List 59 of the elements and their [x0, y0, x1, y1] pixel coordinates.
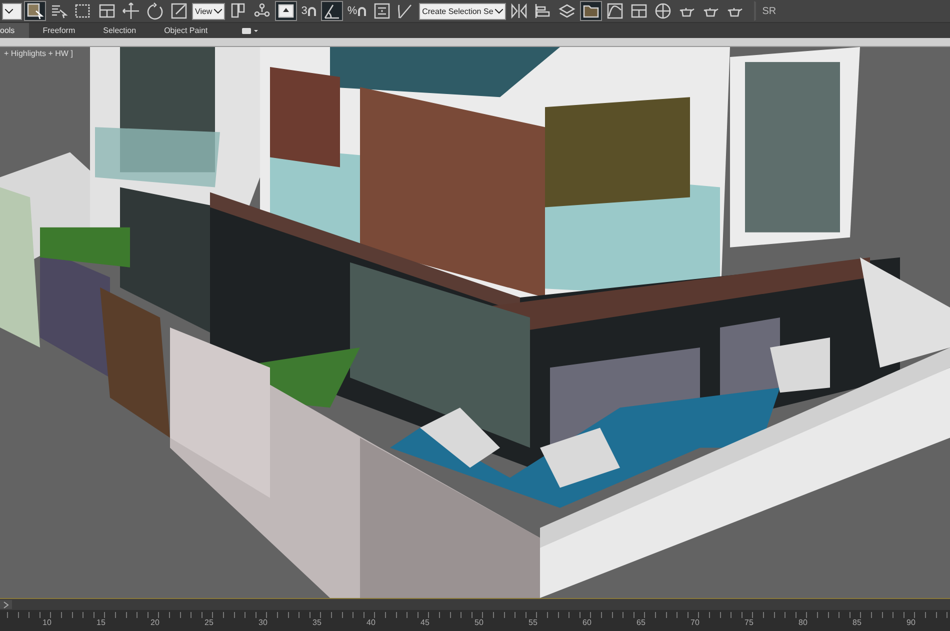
- time-slider[interactable]: [0, 598, 950, 610]
- frame-number: 60: [582, 618, 592, 629]
- frame-number: 65: [636, 618, 646, 629]
- move-icon: [122, 2, 140, 20]
- move-tool-button[interactable]: [120, 1, 142, 21]
- frame-number: 40: [366, 618, 376, 629]
- dropdown-field[interactable]: [2, 2, 22, 20]
- caret-icon: [495, 8, 504, 14]
- frame-number: 70: [690, 618, 700, 629]
- caret-icon: [214, 8, 222, 14]
- magnet-icon: [357, 6, 368, 16]
- ribbon-tab[interactable]: Selection: [89, 23, 150, 38]
- ribbon-tab[interactable]: ools: [0, 23, 29, 38]
- window-icon: [630, 2, 648, 20]
- scale-icon: [170, 2, 188, 20]
- window-icon: [98, 2, 116, 20]
- magnet-icon: [307, 6, 318, 16]
- angle-icon: [323, 2, 342, 20]
- dropdown-field[interactable]: Create Selection Se: [419, 2, 506, 20]
- angle-tool-button[interactable]: [321, 1, 344, 21]
- rect-icon: [74, 2, 92, 20]
- select-tool-button[interactable]: [24, 1, 46, 21]
- frame-number: 75: [744, 618, 754, 629]
- ribbon-tab[interactable]: Object Paint: [150, 23, 222, 38]
- frame-number: 80: [798, 618, 808, 629]
- dropdown-value: Create Selection Se: [422, 6, 494, 16]
- folder-tool-button[interactable]: [580, 1, 602, 21]
- frame-number: 10: [42, 618, 52, 629]
- frame-number: 85: [852, 618, 862, 629]
- arrow-right-icon: [2, 600, 10, 608]
- rotate-icon: [146, 2, 164, 20]
- timeline-ruler[interactable]: 10 15 20 25 30 35 40 45 50 55 60 65 70 75 80 85 90: [0, 610, 950, 631]
- frame-number: 35: [312, 618, 322, 629]
- frame-number: 20: [150, 618, 160, 629]
- viewport-label[interactable]: + Highlights + HW ]: [4, 49, 73, 58]
- mirror-icon: [510, 2, 528, 20]
- layers-icon: [558, 2, 576, 20]
- curve-icon: [606, 2, 624, 20]
- frame-number: 90: [906, 618, 916, 629]
- sphere-icon: [654, 2, 672, 20]
- ribbon-tab[interactable]: Freeform: [28, 23, 90, 38]
- align-icon: [534, 2, 552, 20]
- frame-number: 25: [204, 618, 214, 629]
- ribbon-options-icon[interactable]: [242, 26, 258, 34]
- keyboard-tool-button[interactable]: [275, 1, 298, 21]
- perspective-viewport[interactable]: + Highlights + HW ]: [0, 47, 950, 598]
- frame-number: 30: [258, 618, 268, 629]
- caret-icon: [5, 8, 13, 14]
- frame-number: 45: [420, 618, 430, 629]
- dropdown-field[interactable]: View: [192, 2, 226, 20]
- frame-number: 55: [528, 618, 538, 629]
- dropdown-value: View: [195, 6, 212, 16]
- frame-number: 15: [96, 618, 106, 629]
- snap-toggle-button[interactable]: %: [345, 1, 370, 21]
- frame-number: 50: [474, 618, 484, 629]
- select-icon: [26, 2, 44, 20]
- time-slider-thumb[interactable]: [0, 600, 12, 609]
- toolbar-button[interactable]: SR: [754, 1, 784, 21]
- snap-toggle-button[interactable]: 3: [299, 1, 320, 21]
